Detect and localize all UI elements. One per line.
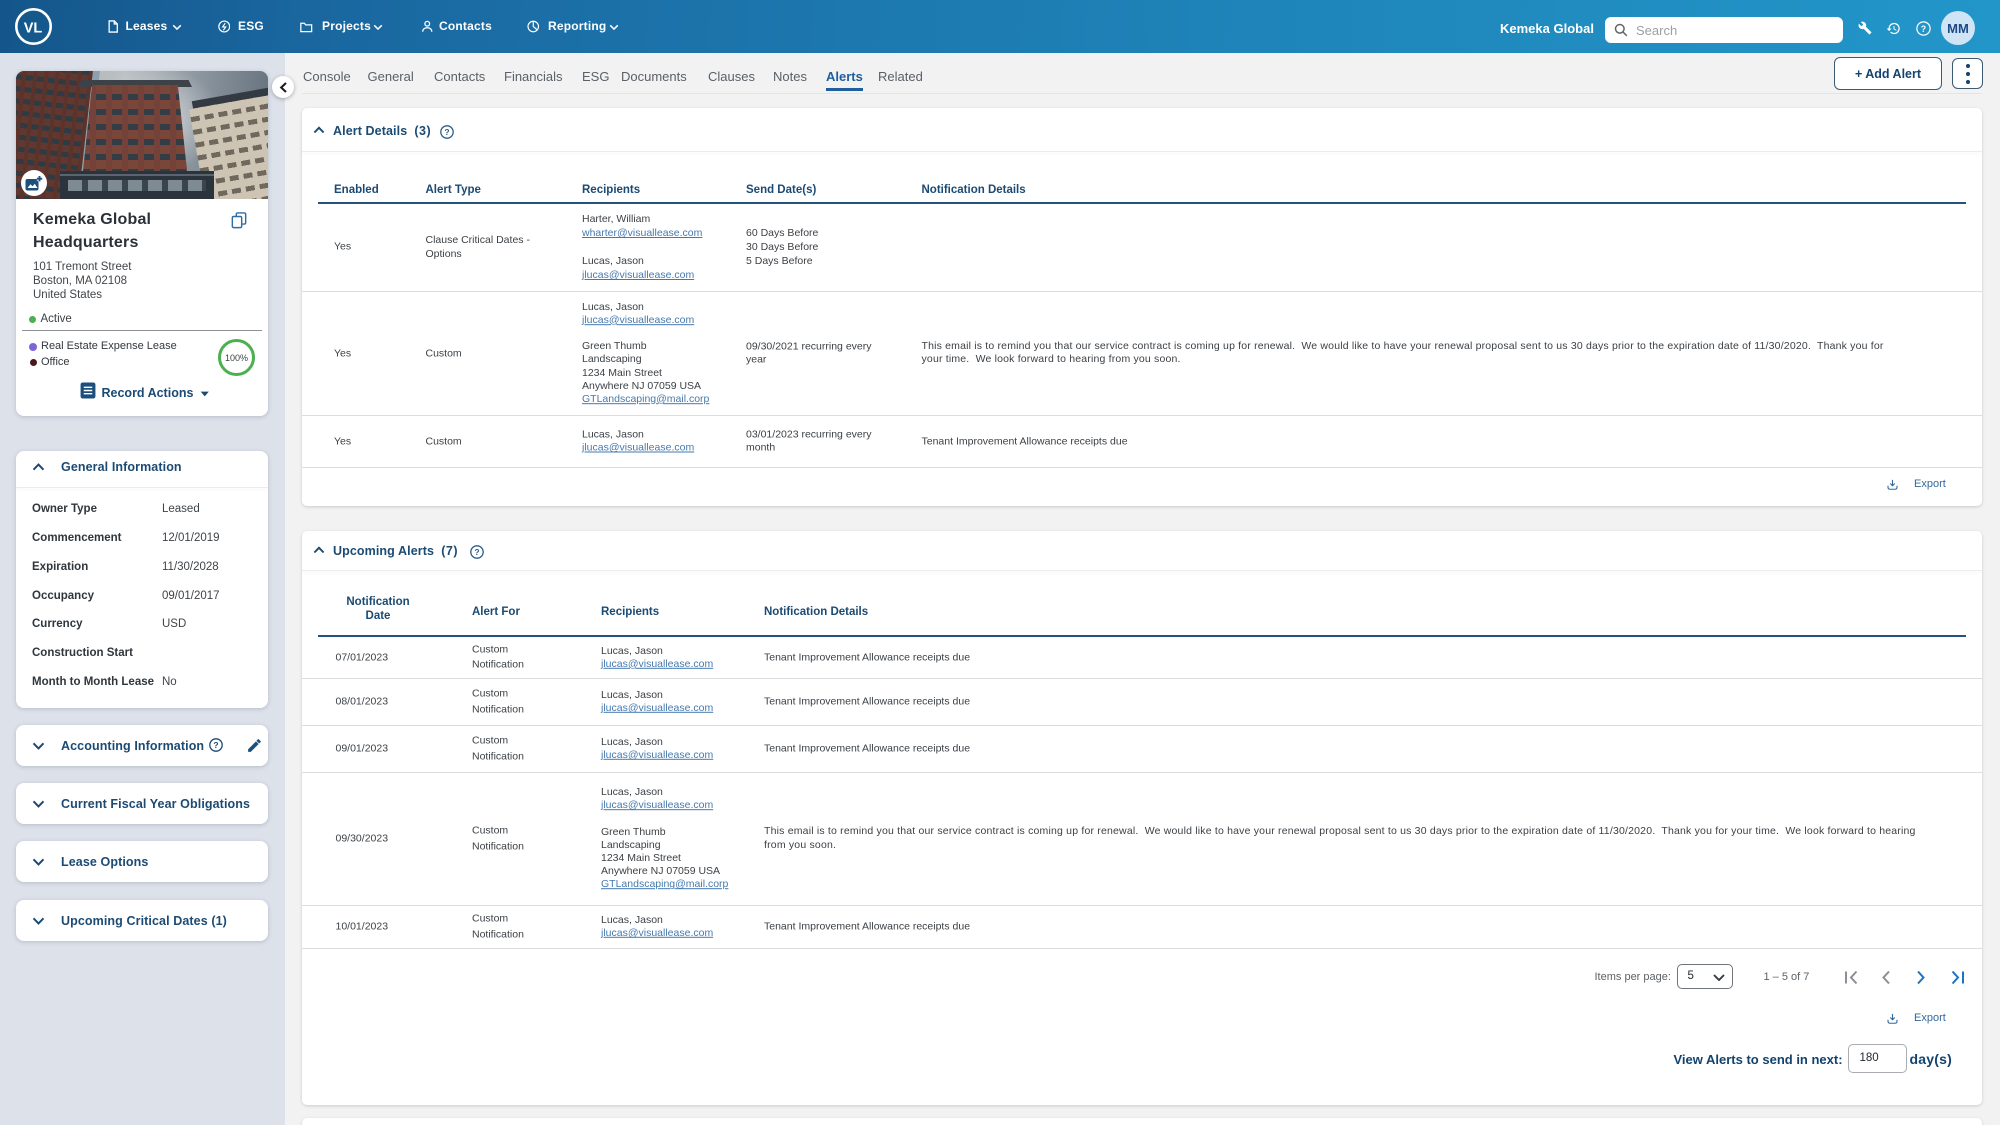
- svg-text:?: ?: [213, 740, 218, 750]
- svg-text:?: ?: [474, 547, 479, 557]
- svg-text:?: ?: [1920, 23, 1925, 33]
- svg-text:?: ?: [444, 127, 449, 137]
- svg-text:VL: VL: [24, 21, 43, 37]
